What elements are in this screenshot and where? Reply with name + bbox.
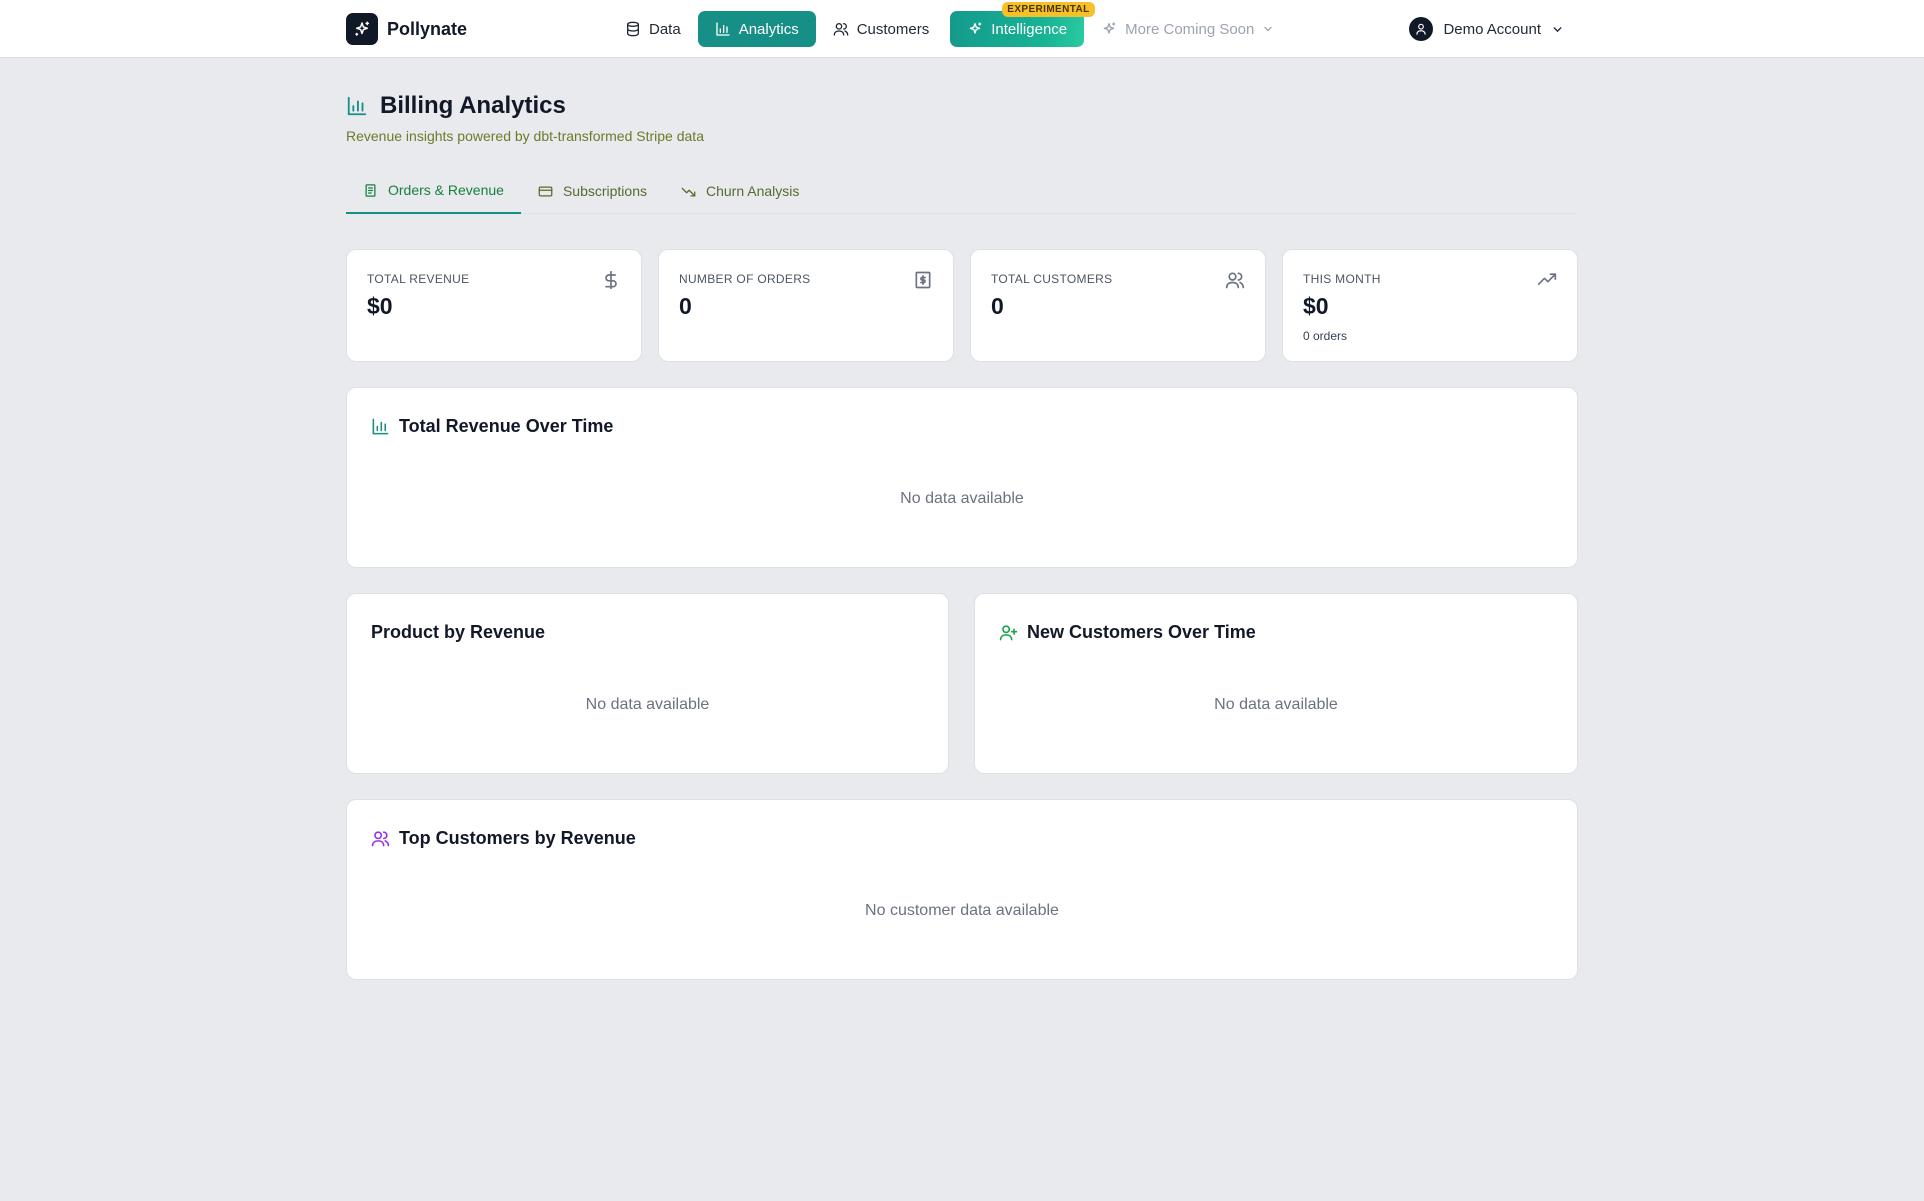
panel-title: Top Customers by Revenue [371, 828, 636, 849]
panel-title: New Customers Over Time [999, 622, 1256, 643]
tab-subscriptions-label: Subscriptions [562, 183, 647, 199]
account-name: Demo Account [1443, 20, 1541, 38]
brand[interactable]: Pollynate [346, 13, 467, 45]
sparkle-logo-icon [346, 13, 378, 45]
empty-state: No data available [900, 490, 1024, 507]
tab-churn-analysis[interactable]: Churn Analysis [664, 168, 816, 214]
stat-sub: 0 orders [1303, 329, 1348, 343]
page-subtitle: Revenue insights powered by dbt-transfor… [346, 128, 704, 144]
stat-label: NUMBER OF ORDERS [679, 272, 811, 286]
tab-orders-revenue-label: Orders & Revenue [388, 182, 504, 198]
dollar-icon [605, 270, 617, 290]
bar-chart-icon [372, 418, 389, 435]
receipt-icon [365, 183, 376, 197]
users-icon [1225, 272, 1245, 289]
tab-subscriptions[interactable]: Subscriptions [521, 168, 664, 214]
nav-customers-label: Customers [856, 20, 930, 38]
tab-orders-revenue[interactable]: Orders & Revenue [346, 168, 521, 214]
trending-down-icon [681, 187, 696, 196]
empty-state: No data available [1214, 696, 1338, 713]
nav-intelligence[interactable]: EXPERIMENTAL Intelligence [950, 2, 1095, 47]
bar-chart-icon [716, 22, 730, 36]
nav-data[interactable]: Data [608, 11, 698, 47]
sparkle-icon [969, 22, 982, 34]
user-avatar-icon [1409, 17, 1434, 41]
top-navigation-bar: Pollynate Data Analytics Customers EXPER… [0, 0, 1924, 58]
chevron-down-icon [1553, 26, 1562, 32]
panel-total-revenue-over-time: Total Revenue Over Time No data availabl… [346, 387, 1578, 568]
receipt-icon [915, 271, 931, 289]
brand-name: Pollynate [387, 18, 468, 39]
panel-product-by-revenue: Product by Revenue No data available [346, 593, 949, 774]
panel-top-customers-by-revenue: Top Customers by Revenue No customer dat… [346, 799, 1578, 980]
bar-chart-icon [347, 96, 367, 116]
nav-more-label: More Coming Soon [1125, 20, 1255, 38]
panel-title-text: Product by Revenue [371, 622, 546, 642]
main-nav: Data Analytics Customers EXPERIMENTAL In… [608, 2, 1291, 47]
database-icon [627, 21, 639, 37]
panel-new-customers-over-time: New Customers Over Time No data availabl… [974, 593, 1578, 774]
chevron-down-icon [1264, 26, 1272, 32]
stat-value: $0 [1303, 293, 1329, 319]
nav-analytics-label: Analytics [738, 20, 799, 38]
panel-title-text: Top Customers by Revenue [399, 828, 636, 848]
nav-intelligence-label: Intelligence [991, 20, 1068, 38]
stat-label: THIS MONTH [1303, 272, 1381, 286]
user-plus-icon [999, 625, 1018, 641]
stat-value: 0 [679, 293, 692, 319]
users-icon [833, 23, 849, 36]
stat-card-number-of-orders: NUMBER OF ORDERS 0 [658, 249, 954, 362]
nav-data-label: Data [649, 20, 681, 38]
stat-label: TOTAL CUSTOMERS [991, 272, 1113, 286]
trending-up-icon [1537, 273, 1557, 285]
nav-customers[interactable]: Customers [816, 11, 947, 47]
panel-title: Product by Revenue [371, 622, 545, 643]
stat-label: TOTAL REVENUE [367, 272, 470, 286]
stat-value: 0 [991, 293, 1004, 319]
sparkle-icon [1103, 22, 1116, 34]
panel-title-text: New Customers Over Time [1027, 622, 1256, 642]
empty-state: No data available [585, 696, 710, 713]
stat-value: $0 [367, 293, 393, 319]
panel-title: Total Revenue Over Time [371, 416, 613, 437]
page-title: Billing Analytics [380, 92, 566, 119]
empty-state: No customer data available [865, 902, 1059, 919]
page-header: Billing Analytics [346, 92, 566, 120]
stat-card-this-month: THIS MONTH $0 0 orders [1282, 249, 1578, 362]
panel-title-text: Total Revenue Over Time [399, 416, 614, 436]
credit-card-icon [538, 186, 553, 196]
experimental-badge: EXPERIMENTAL [1002, 2, 1095, 17]
nav-analytics[interactable]: Analytics [697, 11, 816, 47]
users-icon [371, 831, 390, 847]
tab-bar: Orders & Revenue Subscriptions Churn Ana… [346, 168, 1578, 214]
tab-churn-analysis-label: Churn Analysis [706, 183, 800, 199]
stat-card-total-customers: TOTAL CUSTOMERS 0 [970, 249, 1266, 362]
stat-card-total-revenue: TOTAL REVENUE $0 [346, 249, 642, 362]
nav-more-coming-soon[interactable]: More Coming Soon [1084, 11, 1291, 47]
account-menu[interactable]: Demo Account [1409, 17, 1564, 41]
